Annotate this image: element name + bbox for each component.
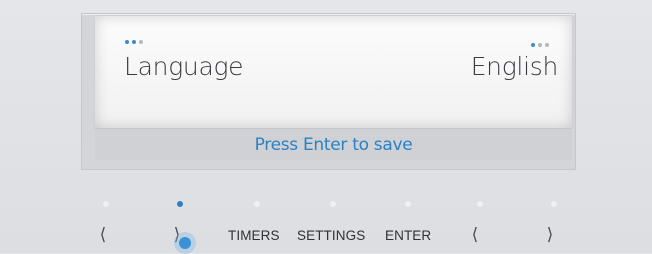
prev-button[interactable]: ⟨ (88, 222, 118, 248)
touch-indicator-dot (179, 237, 191, 249)
page-dot (132, 40, 136, 44)
setting-label: Language (124, 52, 244, 81)
indicator-light (254, 201, 260, 207)
enter-button[interactable]: ENTER (385, 222, 431, 248)
hint-bar: Press Enter to save (95, 128, 572, 160)
indicator-light-active (177, 201, 183, 207)
control-panel: Language English Press Enter to save ⟨ ⟩… (0, 0, 652, 254)
hint-text: Press Enter to save (254, 134, 413, 155)
setting-value: English (470, 52, 559, 81)
page-dots-left (125, 40, 143, 44)
indicator-light (551, 201, 557, 207)
timers-button[interactable]: TIMERS (228, 222, 280, 248)
indicator-light (330, 201, 336, 207)
settings-button[interactable]: SETTINGS (297, 222, 365, 248)
indicator-light (405, 201, 411, 207)
indicator-light (477, 201, 483, 207)
page-dot (139, 40, 143, 44)
page-dot (545, 43, 549, 47)
page-dot (125, 40, 129, 44)
page-dot (531, 43, 535, 47)
lcd-screen: Language English (95, 16, 572, 128)
indicator-light (103, 201, 109, 207)
right-button[interactable]: ⟩ (535, 222, 565, 248)
page-dot (538, 43, 542, 47)
page-dots-right (531, 43, 549, 47)
left-button[interactable]: ⟨ (460, 222, 490, 248)
